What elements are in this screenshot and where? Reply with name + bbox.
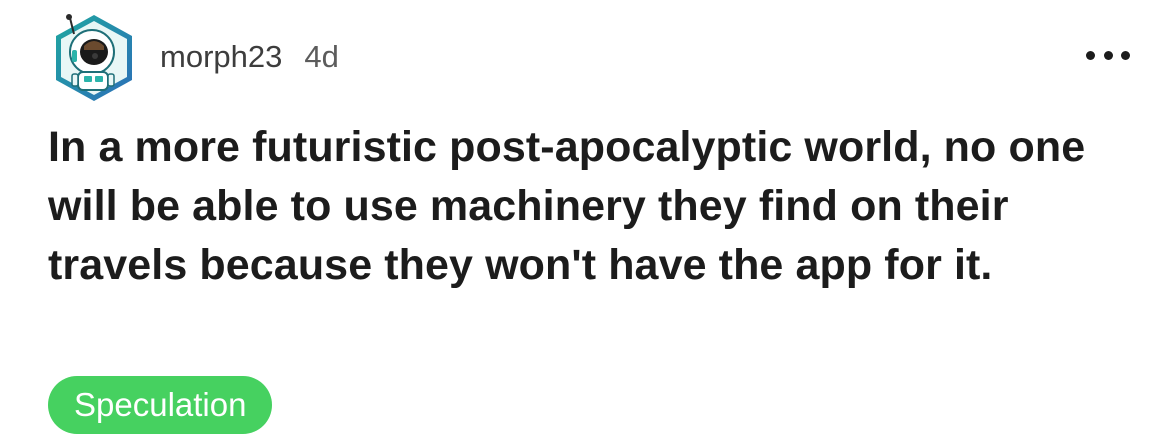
author-username[interactable]: morph23: [160, 39, 282, 75]
robot-avatar-icon[interactable]: [48, 12, 140, 104]
post-title[interactable]: In a more futuristic post-apocalyptic wo…: [48, 118, 1138, 295]
post-card: morph23 4d In a more futuristic post-apo…: [0, 0, 1160, 445]
post-age: 4d: [304, 38, 339, 74]
post-header: morph23 4d: [48, 10, 1130, 105]
dot-icon: [1103, 50, 1113, 60]
dot-icon: [1086, 50, 1095, 60]
more-options-icon[interactable]: [1086, 40, 1130, 70]
dot-icon: [1121, 50, 1130, 60]
flair-badge[interactable]: Speculation: [48, 376, 273, 434]
post-meta: morph23 4d: [160, 39, 339, 75]
